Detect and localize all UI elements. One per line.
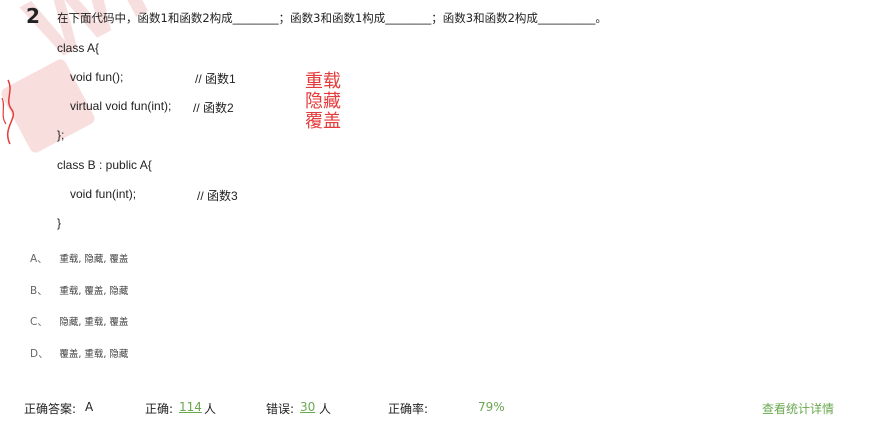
rate-value: 79% [478,400,505,414]
pen-scribble-mark [1,79,15,145]
view-details-link[interactable]: 查看统计详情 [762,400,834,417]
correct-count-link[interactable]: 114 [179,400,202,414]
annotation-line: 隐藏 [305,91,341,112]
answer-value: A [85,400,94,414]
handwritten-annotation: 重载 隐藏 覆盖 [305,72,341,132]
answer-label: 正确答案: [24,402,77,416]
code-line: void fun(); [70,70,124,84]
code-line: class B : public A{ [57,158,152,172]
option-letter: A、 [30,253,48,265]
annotation-line: 覆盖 [305,111,341,132]
option-d[interactable]: D、 覆盖, 重载, 隐藏 [30,346,128,361]
option-text: 覆盖, 重载, 隐藏 [59,349,129,360]
wrong-label: 错误: [266,402,295,416]
option-a[interactable]: A、 重载, 隐藏, 覆盖 [30,251,128,266]
option-text: 重载, 覆盖, 隐藏 [59,286,129,297]
option-text: 隐藏, 重载, 覆盖 [59,317,129,328]
code-line: } [57,216,62,230]
option-letter: B、 [30,285,48,297]
wrong-unit: 人 [319,402,332,416]
option-b[interactable]: B、 重载, 覆盖, 隐藏 [30,283,128,298]
rate-label: 正确率: [388,402,429,416]
code-comment: // 函数2 [193,101,234,115]
wrong-count-link[interactable]: 30 [300,400,315,414]
code-line: class A{ [57,41,100,55]
question-number: 2 [26,4,40,28]
answer-stats-bar: 正确答案: A 正确: 114 人 错误: 30 人 正确率: 79% 查看统计… [0,400,883,420]
code-line: }; [57,128,65,142]
option-letter: D、 [30,348,49,360]
annotation-line: 重载 [305,71,341,92]
code-line: virtual void fun(int); [70,99,172,113]
correct-unit: 人 [204,402,217,416]
code-line: void fun(int); [70,187,137,201]
code-comment: // 函数1 [195,72,236,86]
option-c[interactable]: C、 隐藏, 重载, 覆盖 [30,314,128,329]
option-letter: C、 [30,316,48,328]
question-stem: 在下面代码中，函数1和函数2构成________；函数3和函数1构成______… [57,11,607,25]
option-text: 重载, 隐藏, 覆盖 [59,254,129,265]
code-comment: // 函数3 [197,189,238,203]
correct-label: 正确: [145,402,174,416]
